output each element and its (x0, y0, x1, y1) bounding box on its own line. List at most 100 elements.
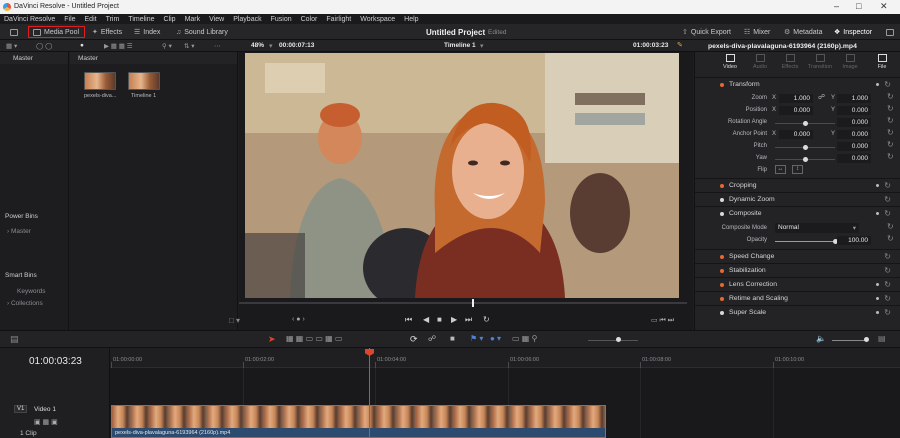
opacity-slider[interactable] (775, 241, 835, 242)
rotation-field[interactable]: 0.000 (837, 118, 871, 127)
yaw-slider-knob[interactable] (803, 157, 808, 162)
stop-icon[interactable]: ■ (437, 315, 442, 324)
zoom-x-field[interactable]: 1.000 (779, 94, 813, 103)
anchor-y-field[interactable]: 0.000 (837, 130, 871, 139)
tab-effects[interactable]: Effects (775, 54, 805, 70)
section-dynamic-zoom[interactable]: Dynamic Zoom ↻ (695, 192, 900, 206)
menu-color[interactable]: Color (301, 16, 318, 23)
track-id[interactable]: V1 (14, 405, 28, 413)
timeline-thumbnail[interactable] (128, 72, 160, 90)
view-mode-icons[interactable]: ▶ ▦ ▦ ☰ (104, 42, 133, 50)
viewer-scrub-bar[interactable] (239, 302, 687, 304)
section-transform[interactable]: Transform ↻ (695, 77, 900, 91)
jog-control[interactable]: ‹ ● › (292, 316, 305, 323)
pitch-reset-icon[interactable]: ↻ (887, 140, 894, 149)
timeline-dropdown-icon[interactable]: ▾ (480, 42, 484, 50)
menu-clip[interactable]: Clip (164, 16, 176, 23)
timeline-ruler[interactable]: 01:00:00:00 01:00:02:00 01:00:04:00 01:0… (110, 348, 900, 368)
menu-workspace[interactable]: Workspace (360, 16, 395, 23)
volume-slider[interactable] (832, 340, 868, 341)
safe-area-icon[interactable]: □ ▾ (229, 316, 240, 325)
timeline-zoom-knob[interactable] (616, 337, 621, 342)
zoom-level[interactable]: 48% (251, 42, 264, 49)
power-bins-master[interactable]: › Master (7, 228, 31, 235)
zoom-dropdown-icon[interactable]: ▾ (269, 42, 273, 50)
timeline-options-icon[interactable]: ▤ (10, 334, 19, 345)
tab-file[interactable]: File (867, 54, 897, 70)
tab-video[interactable]: Video (715, 54, 745, 70)
reset-icon[interactable]: ↻ (884, 209, 891, 218)
search-icon[interactable]: ⚲ ▾ (162, 42, 172, 50)
go-to-end-icon[interactable]: ⏭ (465, 315, 472, 325)
menu-fusion[interactable]: Fusion (271, 16, 292, 23)
more-options-icon[interactable]: ⋯ (214, 42, 221, 50)
reset-icon[interactable]: ↻ (884, 280, 891, 289)
video-frame[interactable] (245, 53, 679, 298)
smart-bin-collections[interactable]: › Collections (7, 300, 43, 307)
viewer-playhead[interactable] (472, 299, 474, 307)
section-composite[interactable]: Composite ↻ (695, 206, 900, 220)
menu-fairlight[interactable]: Fairlight (326, 16, 351, 23)
section-speed-change[interactable]: Speed Change ↻ (695, 249, 900, 263)
media-pool-button[interactable]: Media Pool (28, 26, 86, 38)
position-x-field[interactable]: 0.000 (779, 106, 813, 115)
speech-icon[interactable]: ✎ (677, 41, 683, 49)
selection-tool-icon[interactable]: ➤ (268, 334, 276, 345)
flip-horizontal-icon[interactable]: ↔ (775, 165, 786, 174)
reset-icon[interactable]: ↻ (884, 195, 891, 204)
composite-mode-reset-icon[interactable]: ↻ (887, 222, 894, 231)
opacity-field[interactable]: 100.00 (837, 236, 871, 245)
anchor-reset-icon[interactable]: ↻ (887, 128, 894, 137)
marker-icon[interactable]: ● ▾ (490, 334, 501, 343)
menu-help[interactable]: Help (404, 16, 418, 23)
zoom-reset-icon[interactable]: ↻ (887, 92, 894, 101)
pitch-slider-knob[interactable] (803, 145, 808, 150)
menu-playback[interactable]: Playback (233, 16, 261, 23)
bin-master-header[interactable]: Master (0, 52, 68, 64)
snapping-icon[interactable]: ⟳ (410, 334, 418, 345)
menu-file[interactable]: File (64, 16, 75, 23)
mark-in-out-icons[interactable]: ▭ ⏮ ⏭ (651, 316, 674, 325)
sound-library-button[interactable]: ♫ Sound Library (176, 26, 228, 38)
reset-icon[interactable]: ↻ (884, 294, 891, 303)
reset-icon[interactable]: ↻ (884, 80, 891, 89)
menu-view[interactable]: View (209, 16, 224, 23)
section-lens-correction[interactable]: Lens Correction ↻ (695, 277, 900, 291)
anchor-x-field[interactable]: 0.000 (779, 130, 813, 139)
reset-icon[interactable]: ↻ (884, 181, 891, 190)
volume-icon[interactable]: 🔈 (816, 334, 826, 343)
zoom-y-field[interactable]: 1.000 (837, 94, 871, 103)
panel-toggle-icon[interactable] (10, 26, 18, 38)
add-bin-icon[interactable]: ◯ ◯ (36, 42, 52, 50)
timeline-zoom-slider[interactable] (588, 340, 638, 341)
reset-icon[interactable]: ↻ (884, 252, 891, 261)
bin-list-icon[interactable]: ▦ ▾ (6, 42, 17, 50)
tab-audio[interactable]: Audio (745, 54, 775, 70)
expand-icon[interactable] (886, 26, 894, 38)
menu-timeline[interactable]: Timeline (128, 16, 154, 23)
effects-button[interactable]: ✦ Effects (92, 26, 122, 38)
yaw-reset-icon[interactable]: ↻ (887, 152, 894, 161)
zoom-tools-icons[interactable]: ▭ ▦ ⚲ (512, 334, 537, 343)
timeline-playhead[interactable] (369, 348, 370, 438)
section-cropping[interactable]: Cropping ↻ (695, 178, 900, 192)
play-icon[interactable]: ▶ (451, 315, 457, 324)
maximize-icon[interactable]: □ (856, 1, 861, 11)
media-clip-thumbnail[interactable] (84, 72, 116, 90)
minimize-icon[interactable]: – (834, 1, 839, 11)
volume-knob[interactable] (864, 337, 869, 342)
smart-bin-keywords[interactable]: Keywords (17, 288, 46, 295)
index-button[interactable]: ☰ Index (134, 26, 160, 38)
play-reverse-icon[interactable]: ◀ (423, 315, 429, 324)
pitch-field[interactable]: 0.000 (837, 142, 871, 151)
lock-icon[interactable]: ■ (450, 334, 455, 343)
section-stabilization[interactable]: Stabilization ↻ (695, 263, 900, 277)
flag-icon[interactable]: ⚑ ▾ (470, 334, 483, 343)
enable-dot-icon[interactable] (720, 83, 724, 87)
loop-icon[interactable]: ↻ (483, 315, 490, 324)
opacity-reset-icon[interactable]: ↻ (887, 234, 894, 243)
section-super-scale[interactable]: Super Scale ↻ (695, 305, 900, 319)
flip-vertical-icon[interactable]: ↕ (792, 165, 803, 174)
section-retime-scaling[interactable]: Retime and Scaling ↻ (695, 291, 900, 305)
go-to-start-icon[interactable]: ⏮ (405, 315, 412, 325)
